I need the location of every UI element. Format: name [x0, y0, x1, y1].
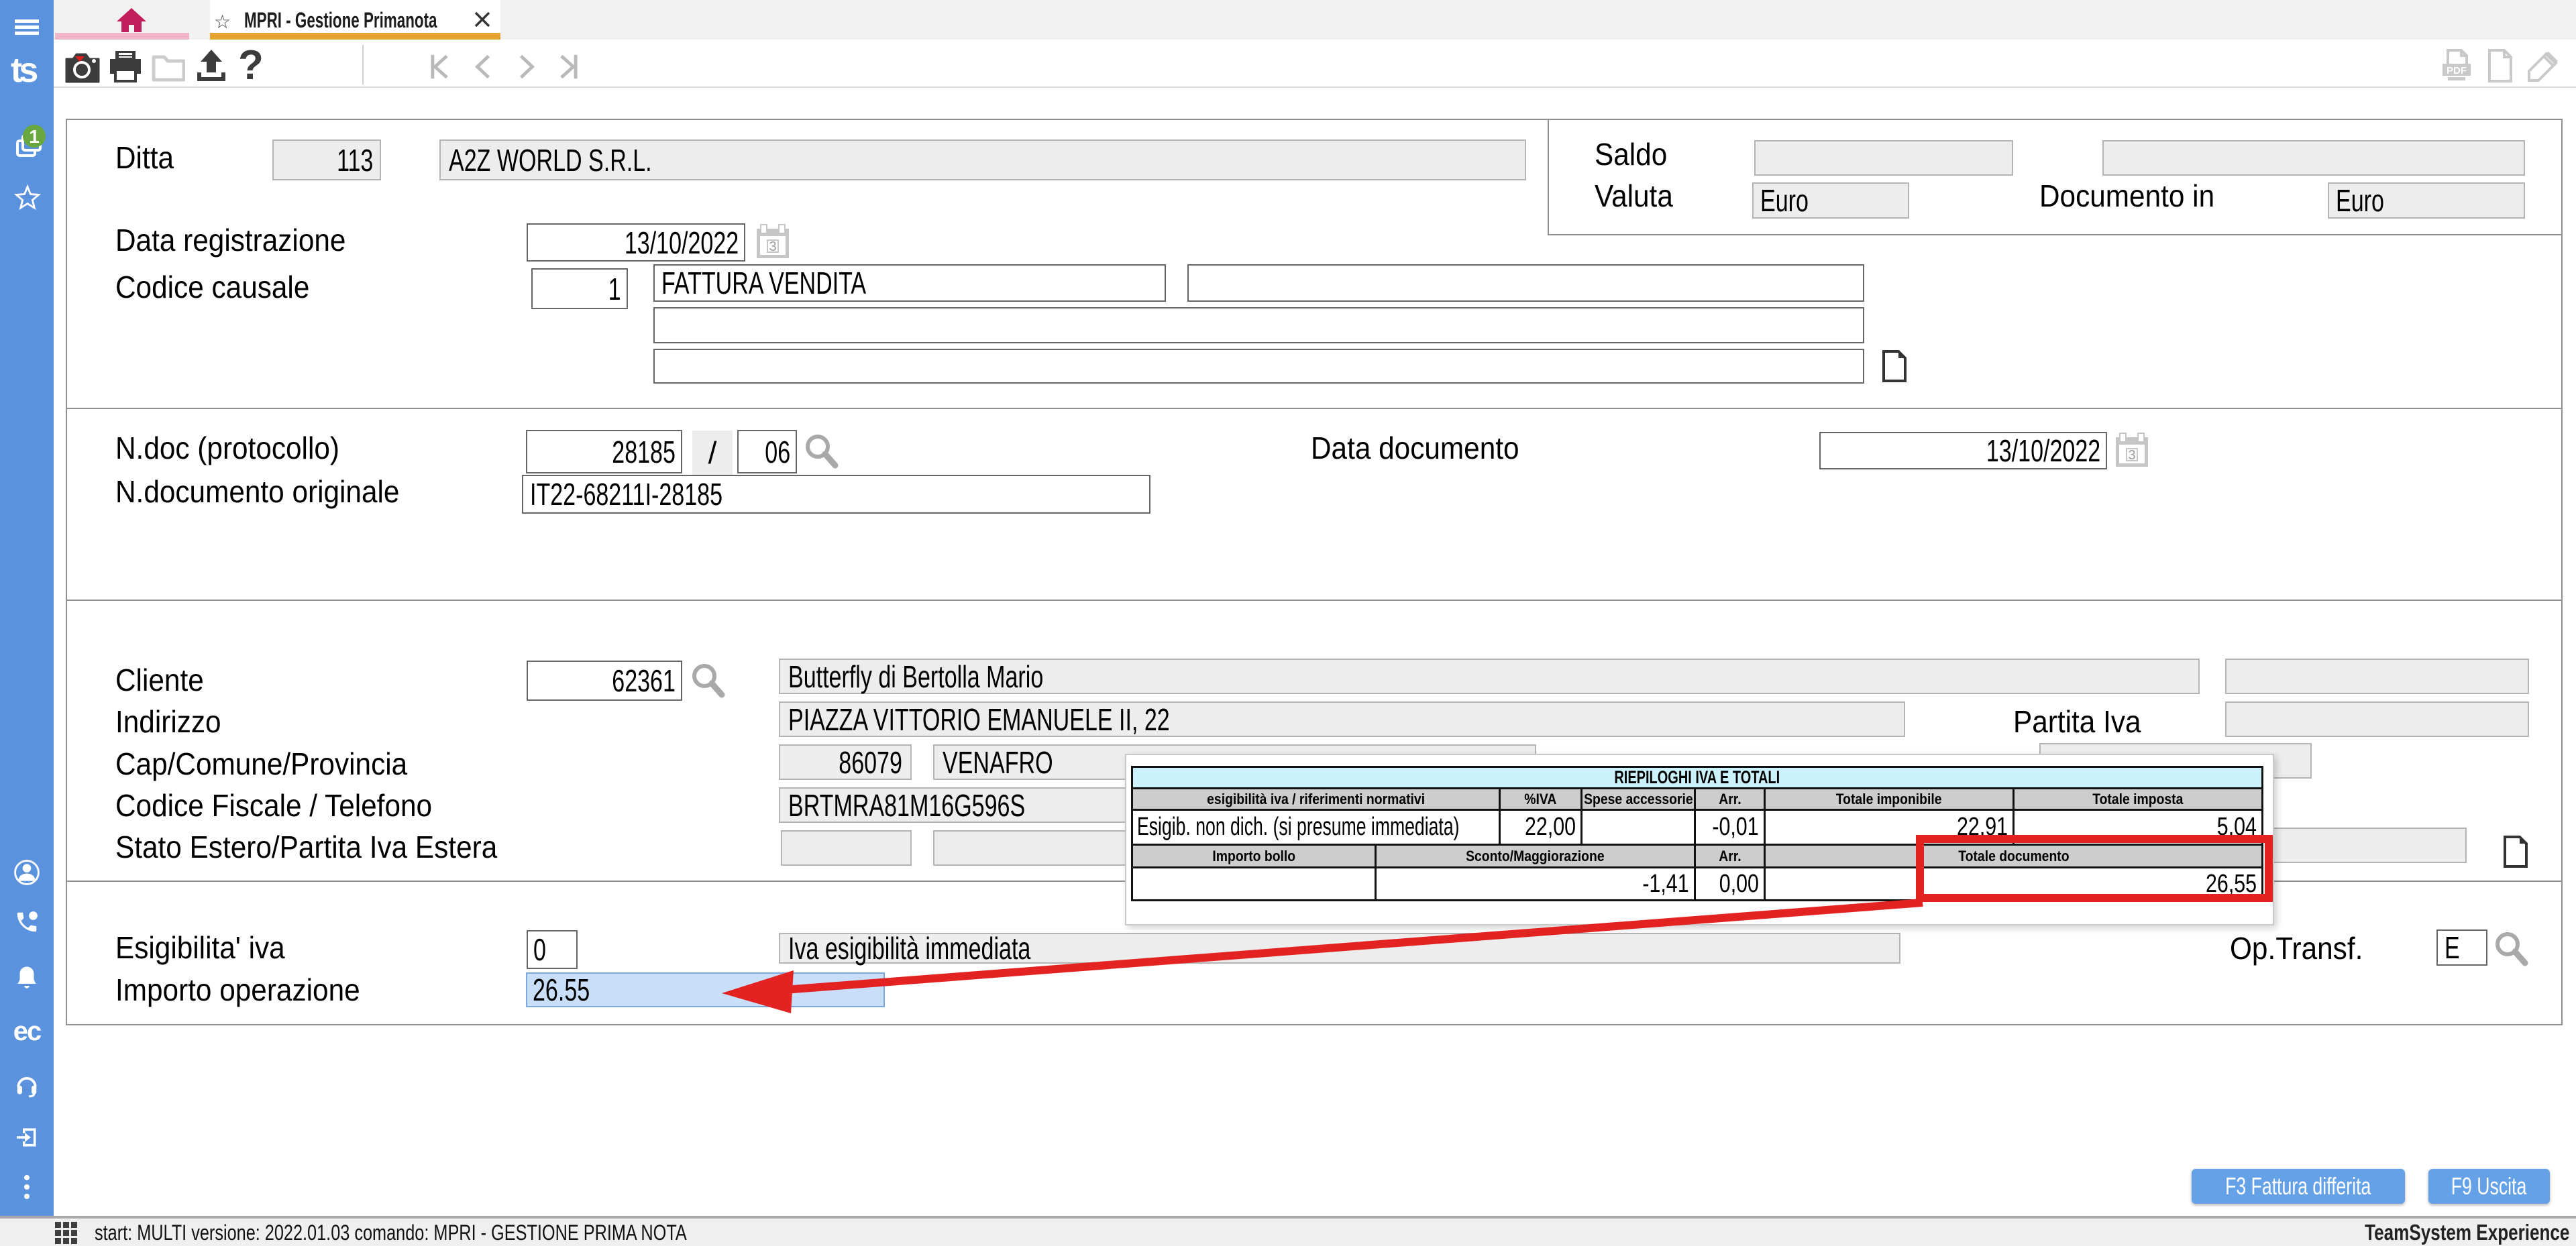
svg-text:1: 1: [29, 126, 40, 147]
svg-text:3: 3: [769, 239, 776, 254]
svg-text:PDF: PDF: [2447, 65, 2467, 76]
svg-text:ts: ts: [11, 51, 37, 89]
svg-text:3: 3: [2128, 448, 2135, 463]
